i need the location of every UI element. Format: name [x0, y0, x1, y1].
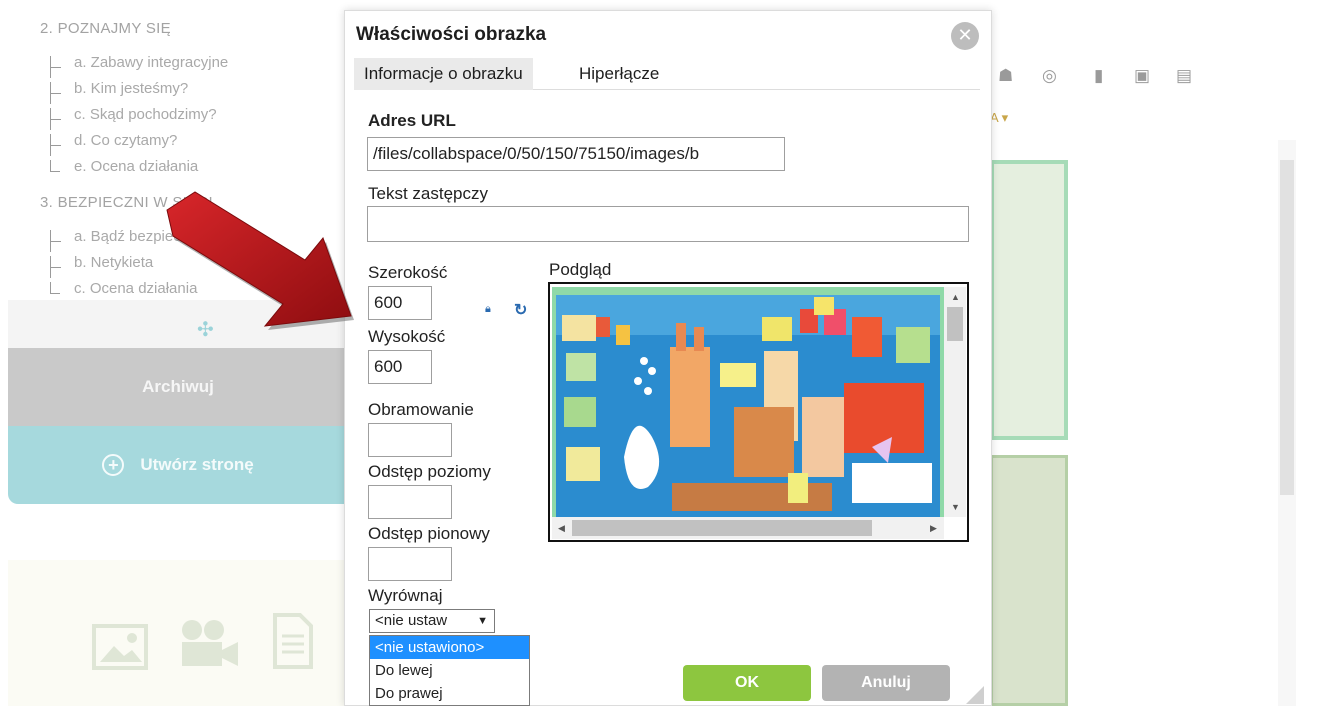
width-label: Szerokość: [368, 263, 448, 282]
editor-toolbar: ☗ ◎ ▮ ▣ ▤: [990, 62, 1230, 98]
reset-size-icon[interactable]: ↻: [514, 300, 527, 320]
media-insert-area: [8, 560, 348, 706]
editor-scrollbar-thumb[interactable]: [1280, 160, 1294, 495]
dialog-title: Właściwości obrazka: [356, 24, 547, 45]
align-option-right[interactable]: Do prawej: [370, 682, 529, 705]
document-icon[interactable]: [272, 612, 314, 670]
chevron-down-icon: ▼: [477, 615, 488, 627]
tree-branch: [50, 230, 61, 252]
image-icon[interactable]: [92, 624, 148, 670]
tree-branch: [50, 82, 61, 104]
classroom-collage-image: [552, 287, 944, 517]
tree-branch: [50, 56, 61, 78]
film-icon[interactable]: ▤: [1176, 66, 1192, 86]
tab-image-info[interactable]: Informacje o obrazku: [354, 58, 533, 90]
align-select[interactable]: <nie ustaw ▼: [369, 609, 495, 633]
lock-icon[interactable]: 🔒︎: [485, 303, 491, 316]
border-label: Obramowanie: [368, 400, 474, 419]
globe-icon[interactable]: ◎: [1042, 66, 1057, 86]
hspace-field[interactable]: [368, 485, 452, 519]
vspace-label: Odstęp pionowy: [368, 524, 490, 543]
plus-circle-icon: +: [102, 454, 125, 476]
annotation-arrow: [166, 191, 354, 330]
hspace-label: Odstęp poziomy: [368, 462, 491, 481]
scroll-up-icon[interactable]: ▲: [951, 292, 960, 302]
ok-button[interactable]: OK: [683, 665, 811, 701]
height-field[interactable]: 600: [368, 350, 432, 384]
people-icon[interactable]: ☗: [998, 66, 1013, 86]
tree-branch: [50, 160, 60, 172]
image-icon[interactable]: ▣: [1134, 66, 1150, 86]
video-camera-icon[interactable]: [178, 618, 240, 668]
align-option-left[interactable]: Do lewej: [370, 659, 529, 682]
preview-label: Podgląd: [549, 260, 612, 279]
border-field[interactable]: [368, 423, 452, 457]
page-icon[interactable]: ▮: [1094, 66, 1103, 86]
tree-branch: [50, 282, 60, 294]
width-field[interactable]: 600: [368, 286, 432, 320]
content-image[interactable]: [990, 160, 1068, 440]
url-field[interactable]: /files/collabspace/0/50/150/75150/images…: [367, 137, 785, 171]
cancel-button[interactable]: Anuluj: [822, 665, 950, 701]
align-option-none[interactable]: <nie ustawiono>: [370, 636, 529, 659]
tree-branch: [50, 108, 61, 130]
vspace-field[interactable]: [368, 547, 452, 581]
align-dropdown: <nie ustawiono> Do lewej Do prawej: [369, 635, 530, 706]
toc-section-2[interactable]: 2. POZNAJMY SIĘ: [40, 20, 171, 37]
preview-image: [552, 287, 944, 517]
close-icon[interactable]: ✕: [951, 22, 979, 50]
alt-text-label: Tekst zastępczy: [368, 184, 488, 203]
resize-grip-icon[interactable]: [966, 686, 984, 704]
scroll-right-icon[interactable]: ▶: [930, 523, 937, 534]
tree-branch: [50, 256, 61, 278]
archive-button[interactable]: Archiwuj: [8, 348, 348, 426]
content-image[interactable]: [990, 455, 1068, 706]
tree-branch: [50, 134, 61, 156]
tab-hyperlink[interactable]: Hiperłącze: [569, 58, 669, 90]
scroll-left-icon[interactable]: ◀: [558, 523, 565, 534]
preview-horizontal-scroll-thumb[interactable]: [572, 520, 872, 536]
url-label: Adres URL: [368, 111, 456, 130]
align-label: Wyrównaj: [368, 586, 443, 605]
create-page-button[interactable]: + Utwórz stronę: [8, 426, 348, 504]
scroll-down-icon[interactable]: ▼: [951, 502, 960, 512]
alt-text-field[interactable]: [367, 206, 969, 242]
font-color-icon[interactable]: A ▾: [990, 110, 1008, 126]
height-label: Wysokość: [368, 327, 446, 346]
preview-vertical-scroll-thumb[interactable]: [947, 307, 963, 341]
